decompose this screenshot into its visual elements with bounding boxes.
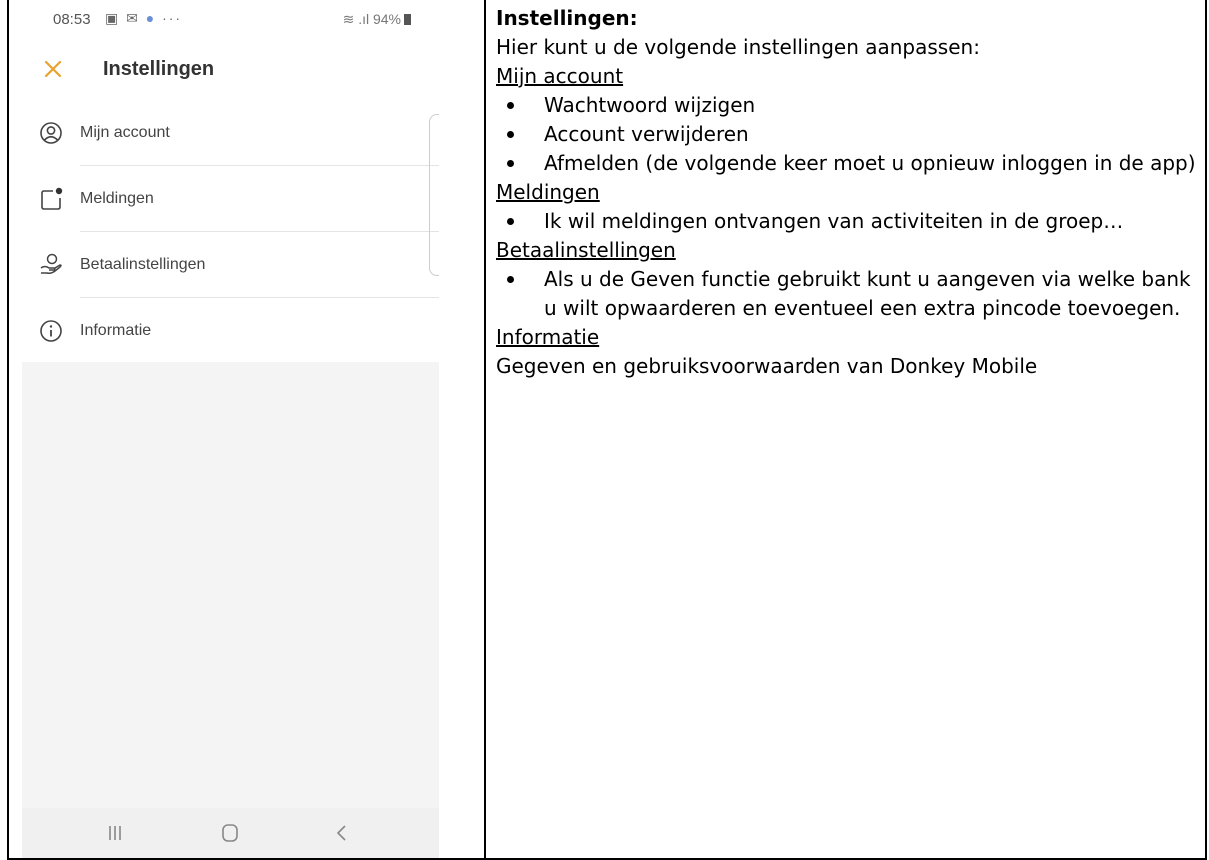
bullet-list: Als u de Geven functie gebruikt kunt u a… (496, 265, 1201, 323)
battery-icon (404, 14, 411, 25)
home-icon (222, 824, 238, 842)
account-icon (40, 122, 62, 144)
close-icon (44, 60, 62, 78)
table-divider (484, 0, 486, 860)
bullet-list: Wachtwoord wijzigen Account verwijderen … (496, 91, 1201, 178)
section-heading: Informatie (496, 325, 600, 349)
wifi-icon: ≋ (342, 11, 355, 27)
documentation-text: Instellingen: Hier kunt u de volgende in… (496, 4, 1201, 381)
messenger-icon: ● (145, 10, 157, 26)
gallery-icon: ▣ (105, 10, 121, 26)
notification-icons: ▣ ✉ ● ··· (105, 10, 182, 27)
app-header: Instellingen (22, 44, 439, 98)
section-heading: Betaalinstellingen (496, 238, 676, 262)
scroll-edge (429, 114, 439, 276)
close-button[interactable] (38, 54, 68, 84)
back-icon (336, 825, 346, 841)
more-icon: ··· (162, 10, 183, 26)
payment-hand-icon (40, 253, 62, 274)
phone-screenshot: 08:53 ▣ ✉ ● ··· ≋ .ıl 94% Instellingen M… (22, 0, 439, 858)
notification-icon (41, 187, 63, 210)
status-time: 08:53 (53, 11, 91, 28)
bullet-item: Wachtwoord wijzigen (496, 91, 1201, 120)
section-heading: Meldingen (496, 180, 600, 204)
home-button[interactable] (215, 820, 245, 846)
doc-title: Instellingen: (496, 6, 638, 30)
menu-item-label: Betaalinstellingen (80, 256, 206, 273)
doc-intro: Hier kunt u de volgende instellingen aan… (496, 35, 980, 59)
signal-icon: .ıl (358, 11, 370, 27)
menu-item-label: Mijn account (80, 124, 170, 141)
section-text: Gegeven en gebruiksvoorwaarden van Donke… (496, 354, 1038, 378)
menu-item-meldingen[interactable]: Meldingen (22, 166, 439, 232)
page-title: Instellingen (103, 58, 215, 80)
recent-apps-icon (109, 826, 121, 840)
recent-apps-button[interactable] (100, 820, 130, 846)
menu-item-informatie[interactable]: Informatie (22, 298, 439, 364)
page: 08:53 ▣ ✉ ● ··· ≋ .ıl 94% Instellingen M… (0, 0, 1209, 860)
menu-item-label: Informatie (80, 322, 152, 339)
battery-level: 94% (372, 11, 401, 27)
settings-menu: Mijn account Meldingen Betaalinstellinge… (22, 100, 439, 364)
menu-item-betaalinstellingen[interactable]: Betaalinstellingen (22, 232, 439, 298)
back-button[interactable] (327, 820, 357, 846)
bullet-item: Account verwijderen (496, 120, 1201, 149)
status-right: ≋ .ıl 94% (343, 11, 411, 28)
bullet-item: Als u de Geven functie gebruikt kunt u a… (496, 265, 1201, 323)
status-bar: 08:53 ▣ ✉ ● ··· ≋ .ıl 94% (22, 0, 439, 40)
bullet-list: Ik wil meldingen ontvangen van activitei… (496, 207, 1201, 236)
mail-icon: ✉ (126, 10, 140, 26)
empty-content-area (22, 362, 439, 808)
menu-item-label: Meldingen (80, 190, 154, 207)
bullet-item: Afmelden (de volgende keer moet u opnieu… (496, 149, 1201, 178)
menu-item-mijn-account[interactable]: Mijn account (22, 100, 439, 166)
section-heading: Mijn account (496, 64, 624, 88)
bullet-item: Ik wil meldingen ontvangen van activitei… (496, 207, 1201, 236)
android-nav-bar (22, 808, 439, 858)
info-icon (40, 320, 62, 342)
